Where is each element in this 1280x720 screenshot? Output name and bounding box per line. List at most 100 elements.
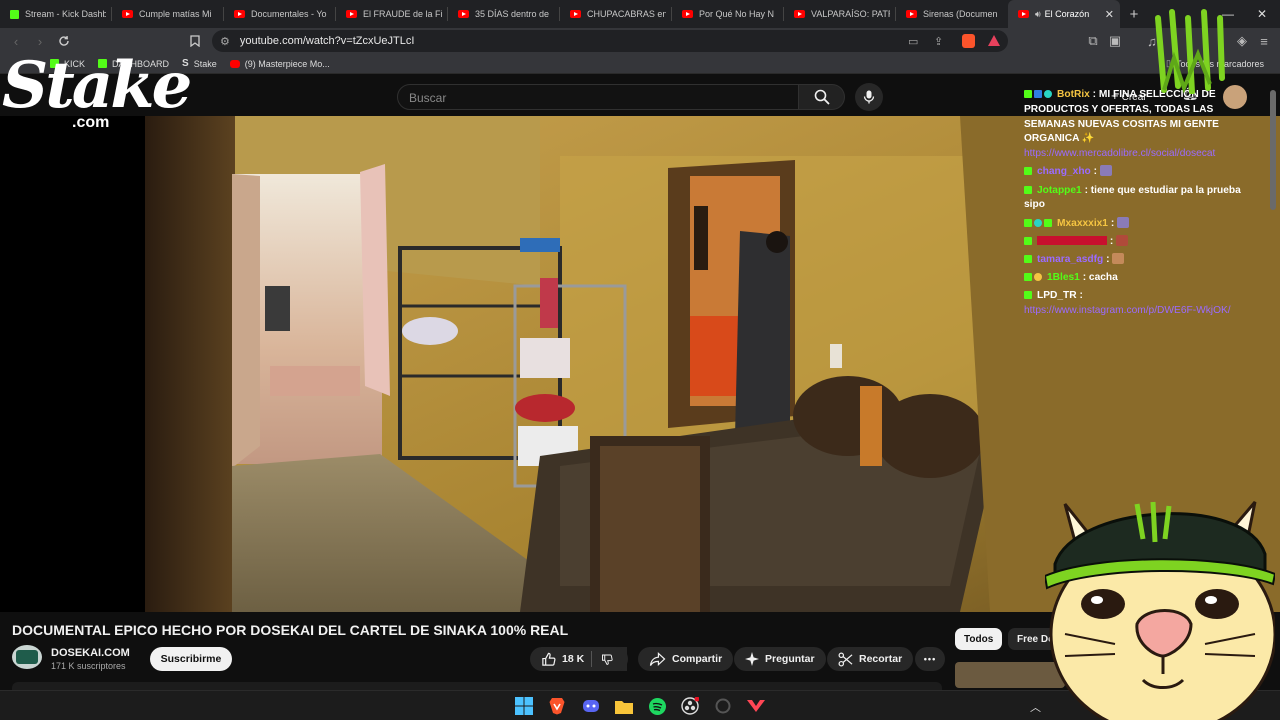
close-window-icon[interactable]: ✕ — [1246, 0, 1278, 28]
subscriber-badge-icon — [1034, 218, 1042, 227]
chat-text: : cacha — [1079, 272, 1118, 284]
obs-icon[interactable] — [679, 696, 701, 716]
browser-tab-strip: Stream - Kick Dashboard Cumple matías Mi… — [0, 0, 1280, 28]
menu-icon[interactable]: ≡ — [1252, 29, 1276, 53]
thumbs-up-icon — [542, 652, 556, 666]
bookmark-label: (9) Masterpiece Mo... — [244, 58, 330, 69]
chat-username: Mxaxxxix1 — [1057, 217, 1108, 229]
speaker-icon: 🔊︎ — [1035, 8, 1041, 19]
site-settings-icon[interactable]: ⚙︎ — [220, 35, 230, 48]
stake-logo: Stake .com — [2, 48, 192, 132]
stake-logo-text: Stake — [2, 48, 192, 123]
more-actions-button[interactable]: ••• — [915, 647, 945, 671]
emote-icon — [1116, 234, 1129, 246]
sparkle-icon — [745, 652, 759, 666]
browser-tab[interactable]: Documentales - Yo — [224, 0, 336, 28]
file-explorer-icon[interactable] — [613, 696, 635, 716]
chat-message: 1Bles1 : cacha — [1024, 271, 1264, 286]
chat-message: Mxaxxxix1 : — [1024, 216, 1264, 232]
description-box[interactable] — [12, 682, 942, 690]
new-tab-button[interactable]: + — [1120, 0, 1148, 28]
share-arrow-icon — [649, 651, 666, 666]
cast-icon[interactable]: ▭ — [908, 35, 918, 48]
sidebar-icon[interactable]: ▣ — [1103, 29, 1127, 53]
browser-tab[interactable]: Sirenas (Documen — [896, 0, 1008, 28]
youtube-icon — [122, 10, 133, 18]
chat-text: : MI FINA SELECCIÓN DE PRODUCTOS Y OFERT… — [1024, 89, 1219, 145]
chat-message: LPD_TR : https://www.instagram.com/p/DWE… — [1024, 289, 1264, 319]
chat-username: chang_xho — [1037, 166, 1091, 178]
voice-search-button[interactable] — [855, 83, 883, 111]
channel-logo-icon — [16, 650, 38, 664]
brave-shields-icon[interactable] — [962, 34, 975, 48]
chat-text: : — [1076, 290, 1083, 302]
close-tab-icon[interactable]: ✕ — [1101, 8, 1114, 21]
emote-icon — [1117, 216, 1130, 228]
youtube-icon — [229, 59, 240, 68]
browser-tab[interactable]: Por Qué No Hay N — [672, 0, 784, 28]
chat-username: BotRix — [1057, 89, 1090, 100]
browser-tab[interactable]: Cumple matías Mi — [112, 0, 224, 28]
extensions-icon[interactable]: ⧉ — [1081, 29, 1105, 53]
chip-todos[interactable]: Todos — [955, 628, 1003, 650]
browser-tab[interactable]: 35 DÍAS dentro de — [448, 0, 560, 28]
youtube-icon — [906, 10, 917, 18]
emote-icon — [1099, 165, 1112, 177]
kick-badge-icon — [1024, 90, 1032, 98]
microphone-icon — [863, 90, 875, 104]
page-scrollbar[interactable] — [1270, 90, 1276, 210]
browser-tab[interactable]: CHUPACABRAS en — [560, 0, 672, 28]
chat-username: tamara_asdfg — [1037, 253, 1104, 265]
kick-chat-overlay: BotRix : MI FINA SELECCIÓN DE PRODUCTOS … — [1024, 88, 1264, 322]
stake-logo-domain: .com — [72, 114, 110, 131]
verified-badge-icon — [1044, 90, 1052, 98]
chat-message: chang_xho : — [1024, 165, 1264, 180]
kick-badge-icon — [1024, 167, 1032, 176]
tab-title: El FRAUDE de la Fi — [363, 9, 442, 19]
chat-username: Jotappe1 — [1037, 184, 1082, 196]
chat-link[interactable]: https://www.mercadolibre.cl/social/dosec… — [1024, 148, 1215, 159]
brave-browser-icon[interactable] — [546, 696, 568, 716]
browser-tab[interactable]: El FRAUDE de la Fi — [336, 0, 448, 28]
kick-badge-icon — [1024, 273, 1032, 282]
browser-toolbar: ‹ › ⚙︎ youtube.com/watch?v=tZcxUeJTLcI ▭… — [0, 28, 1280, 54]
app-icon[interactable] — [712, 696, 734, 716]
search-button[interactable] — [799, 84, 845, 110]
spotify-icon[interactable] — [646, 696, 668, 716]
browser-tab[interactable]: VALPARAÍSO: PATR — [784, 0, 896, 28]
browser-tab[interactable]: Stream - Kick Dashboard — [0, 0, 112, 28]
tab-title: Por Qué No Hay N — [699, 9, 775, 19]
screen: Stream - Kick Dashboard Cumple matías Mi… — [0, 0, 1280, 720]
tab-title: Sirenas (Documen — [923, 9, 998, 19]
chat-message: BotRix : MI FINA SELECCIÓN DE PRODUCTOS … — [1024, 88, 1264, 162]
chat-username: 1Bles1 — [1047, 272, 1080, 284]
channel-avatar[interactable] — [12, 645, 42, 669]
bookmarks-bar: KICK DASHBOARD S Stake (9) Masterpiece Mo… — [0, 54, 1280, 74]
ask-label: Preguntar — [765, 653, 815, 665]
brave-rewards-icon[interactable] — [988, 35, 1000, 46]
kick-badge-icon — [1024, 254, 1032, 263]
windows-start-icon[interactable] — [513, 696, 535, 716]
kick-badge-icon — [1024, 291, 1032, 300]
bookmark-masterpiece[interactable]: (9) Masterpiece Mo... — [229, 58, 330, 69]
chat-link[interactable]: https://www.instagram.com/p/DWE6F-WkjOK/ — [1024, 305, 1231, 316]
ask-button[interactable]: Preguntar — [734, 647, 826, 671]
video-title: DOCUMENTAL EPICO HECHO POR DOSEKAI DEL C… — [12, 622, 569, 638]
channel-name[interactable]: DOSEKAI.COM — [51, 647, 130, 659]
valorant-icon[interactable] — [745, 696, 767, 716]
chat-message: Jotappe1 : tiene que estudiar pa la prue… — [1024, 184, 1264, 214]
browser-tab-active[interactable]: 🔊︎ El Corazón ✕ — [1008, 0, 1120, 28]
address-bar[interactable]: ⚙︎ youtube.com/watch?v=tZcxUeJTLcI ▭ ⇪ — [212, 30, 1008, 52]
clip-button[interactable]: Recortar — [827, 647, 914, 671]
search-input[interactable]: Buscar — [397, 84, 799, 110]
vpn-icon[interactable]: ◈ — [1230, 29, 1254, 53]
chat-text: : — [1090, 166, 1098, 178]
system-tray-chevron-icon[interactable]: ︿ — [1030, 699, 1041, 715]
dislike-button[interactable] — [592, 647, 628, 671]
subscribe-button[interactable]: Suscribirme — [150, 647, 232, 671]
share-icon[interactable]: ⇪ — [934, 35, 943, 48]
tab-title: CHUPACABRAS en — [587, 9, 666, 19]
tab-title: 35 DÍAS dentro de — [475, 9, 550, 19]
share-button[interactable]: Compartir — [638, 647, 734, 671]
discord-icon[interactable] — [580, 696, 602, 716]
